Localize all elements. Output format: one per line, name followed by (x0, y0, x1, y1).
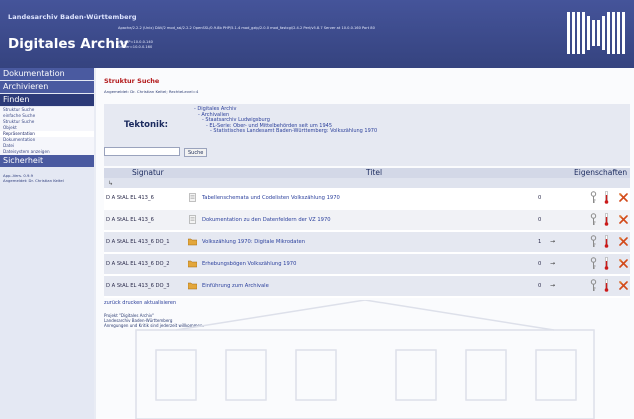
tools-icon[interactable] (619, 215, 628, 224)
login-status: Angemeldet: Dr. Christian Keitel; Rechte… (104, 89, 199, 94)
drilldown-arrow-icon[interactable]: → (550, 282, 555, 289)
tektonik-panel: Tektonik: - Digitales Archiv - Archivali… (104, 104, 630, 166)
tools-icon[interactable] (619, 259, 628, 268)
tools-icon[interactable] (619, 281, 628, 290)
background-building-image (135, 300, 595, 419)
sort-icon[interactable]: ↳ (108, 180, 113, 187)
organization-name: Landesarchiv Baden-Württemberg (8, 13, 137, 21)
row-count: 0 (538, 195, 542, 201)
tektonik-tree: - Digitales Archiv - Archivalien - Staat… (194, 106, 377, 135)
server-info: Apache/2.2.2 (Unix) DAV/2 mod_ssl/2.2.2 … (118, 26, 375, 30)
table-row[interactable]: D A StAL EL 413_6 DO_2 Erhebungsbögen Vol… (104, 254, 630, 276)
row-signatur: D A StAL EL 413_6 (106, 217, 154, 223)
page-title: Struktur Suche (104, 77, 160, 85)
row-title-link[interactable]: Erhebungsbögen Volkszählung 1970 (202, 261, 296, 267)
key-icon[interactable] (590, 279, 597, 292)
table-row[interactable]: D A StAL EL 413_6 DO_1 Volkszählung 1970:… (104, 232, 630, 254)
thermometer-icon[interactable] (604, 235, 609, 248)
logged-in-user: Angemeldet: Dr. Christian Keitel (3, 178, 64, 183)
row-title-link[interactable]: Tabellenschemata und Codelisten Volkszäh… (202, 195, 340, 201)
col-titel[interactable]: Titel (366, 168, 382, 178)
folder-icon (188, 260, 197, 268)
row-count: 0 (538, 283, 542, 289)
tools-icon[interactable] (619, 237, 628, 246)
table-row[interactable]: D A StAL EL 413_6 Tabellenschemata und Co… (104, 188, 630, 210)
sidebar-info: App.-Vers. 0.9.9 Angemeldet: Dr. Christi… (0, 168, 94, 188)
results-table: Signatur Titel Eigenschaften ↳ D A StAL … (104, 168, 630, 298)
drilldown-arrow-icon[interactable]: → (550, 260, 555, 267)
thermometer-icon[interactable] (604, 191, 609, 204)
table-row[interactable]: D A StAL EL 413_6 DO_3 Einführung zum Arc… (104, 276, 630, 298)
tools-icon[interactable] (619, 193, 628, 202)
table-body: D A StAL EL 413_6 Tabellenschemata und Co… (104, 188, 630, 298)
client-info: your IP=10.0.0.140 Server=10.0.0.160 (118, 40, 153, 49)
document-icon (189, 215, 196, 224)
folder-icon (188, 282, 197, 290)
finden-submenu: Struktur Suche einfache Suche Struktur S… (0, 107, 94, 155)
row-signatur: D A StAL EL 413_6 (106, 195, 154, 201)
sort-bar: ↳ (104, 178, 630, 188)
key-icon[interactable] (590, 191, 597, 204)
nav-sicherheit[interactable]: Sicherheit (0, 155, 94, 168)
app-header: Landesarchiv Baden-Württemberg Digitales… (0, 0, 634, 68)
key-icon[interactable] (590, 257, 597, 270)
thermometer-icon[interactable] (604, 257, 609, 270)
row-signatur: D A StAL EL 413_6 DO_1 (106, 239, 170, 245)
thermometer-icon[interactable] (604, 279, 609, 292)
archive-logo-icon (567, 12, 625, 54)
key-icon[interactable] (590, 213, 597, 226)
nav-finden[interactable]: Finden (0, 94, 94, 107)
nav-dokumentation[interactable]: Dokumentation (0, 68, 94, 81)
app-title: Digitales Archiv (8, 36, 129, 52)
document-icon (189, 193, 196, 202)
drilldown-arrow-icon[interactable]: → (550, 238, 555, 245)
col-signatur[interactable]: Signatur (132, 168, 164, 178)
search-input[interactable] (104, 147, 180, 156)
col-eigenschaften[interactable]: Eigenschaften (574, 168, 627, 178)
row-title-link[interactable]: Volkszählung 1970: Digitale Mikrodaten (202, 239, 305, 245)
row-count: 0 (538, 217, 542, 223)
folder-icon (188, 238, 197, 246)
table-header: Signatur Titel Eigenschaften (104, 168, 630, 178)
row-title-link[interactable]: Dokumentation zu den Datenfeldern der VZ… (202, 217, 331, 223)
tektonik-label: Tektonik: (124, 120, 169, 130)
tree-node-volkszaehlung[interactable]: - Statistisches Landesamt Baden-Württemb… (194, 129, 377, 135)
nav-archivieren[interactable]: Archivieren (0, 81, 94, 94)
thermometer-icon[interactable] (604, 213, 609, 226)
key-icon[interactable] (590, 235, 597, 248)
row-signatur: D A StAL EL 413_6 DO_2 (106, 261, 170, 267)
row-title-link[interactable]: Einführung zum Archivale (202, 283, 269, 289)
sidebar: Dokumentation Archivieren Finden Struktu… (0, 68, 94, 419)
row-count: 1 (538, 239, 542, 245)
table-row[interactable]: D A StAL EL 413_6 Dokumentation zu den Da… (104, 210, 630, 232)
search-button[interactable]: Suche (184, 148, 208, 157)
row-signatur: D A StAL EL 413_6 DO_3 (106, 283, 170, 289)
row-count: 0 (538, 261, 542, 267)
